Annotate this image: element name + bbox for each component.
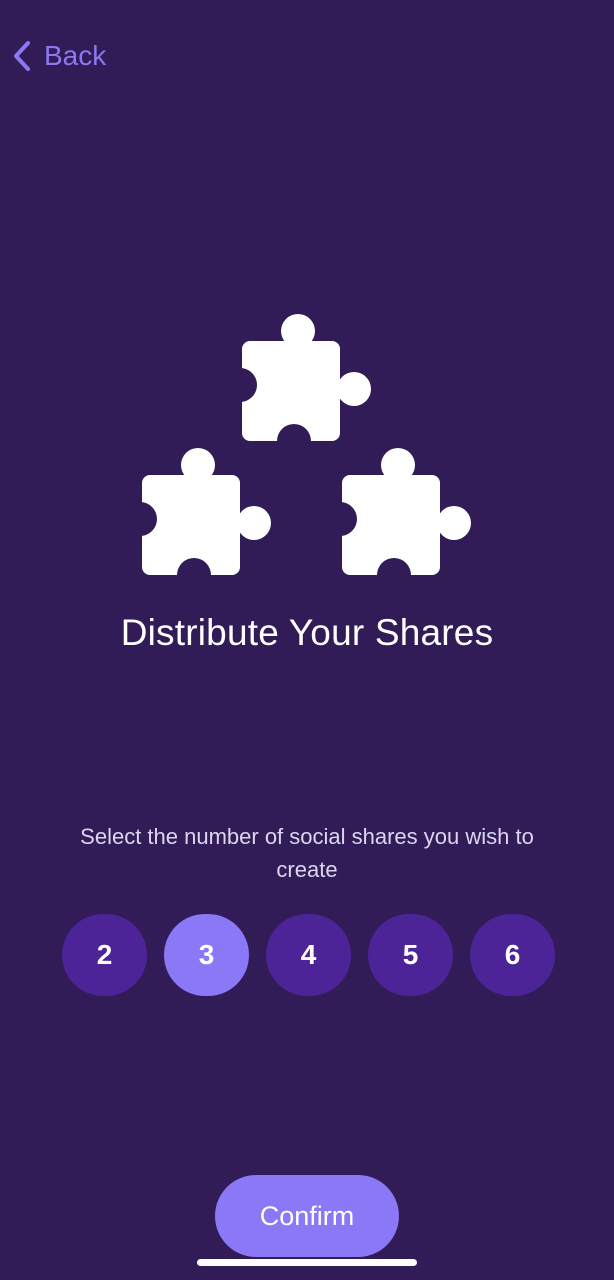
share-option-4[interactable]: 4 [266,914,351,996]
back-label: Back [44,40,107,71]
page-title: Distribute Your Shares [120,612,494,653]
share-option-2[interactable]: 2 [62,914,147,996]
share-option-3[interactable]: 3 [164,914,249,996]
share-option-6[interactable]: 6 [470,914,555,996]
puzzle-piece-icon [242,314,371,445]
puzzle-piece-icon [142,448,271,579]
puzzle-piece-icon [342,448,471,579]
share-option-5[interactable]: 5 [368,914,453,996]
back-button[interactable]: Back [12,40,106,72]
instruction-text: Select the number of social shares you w… [80,824,534,882]
share-count-selector: 2 3 4 5 6 [62,914,555,996]
home-indicator[interactable] [197,1259,417,1266]
chevron-left-icon [12,40,32,72]
puzzle-illustration [0,305,614,585]
confirm-button[interactable]: Confirm [215,1175,399,1257]
